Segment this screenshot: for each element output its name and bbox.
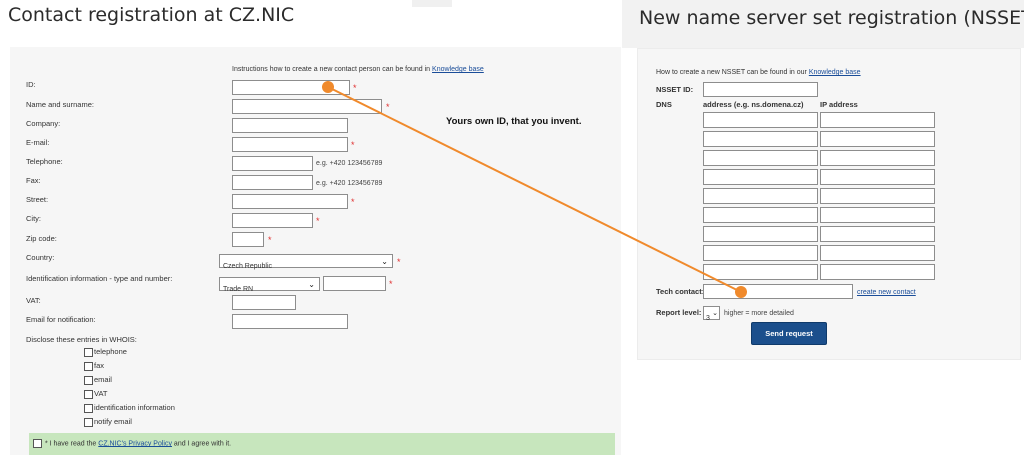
annotation-line [327, 86, 742, 293]
annotation-arrow [322, 81, 747, 298]
annotation-end-dot [735, 286, 747, 298]
annotation-start-dot [322, 81, 334, 93]
